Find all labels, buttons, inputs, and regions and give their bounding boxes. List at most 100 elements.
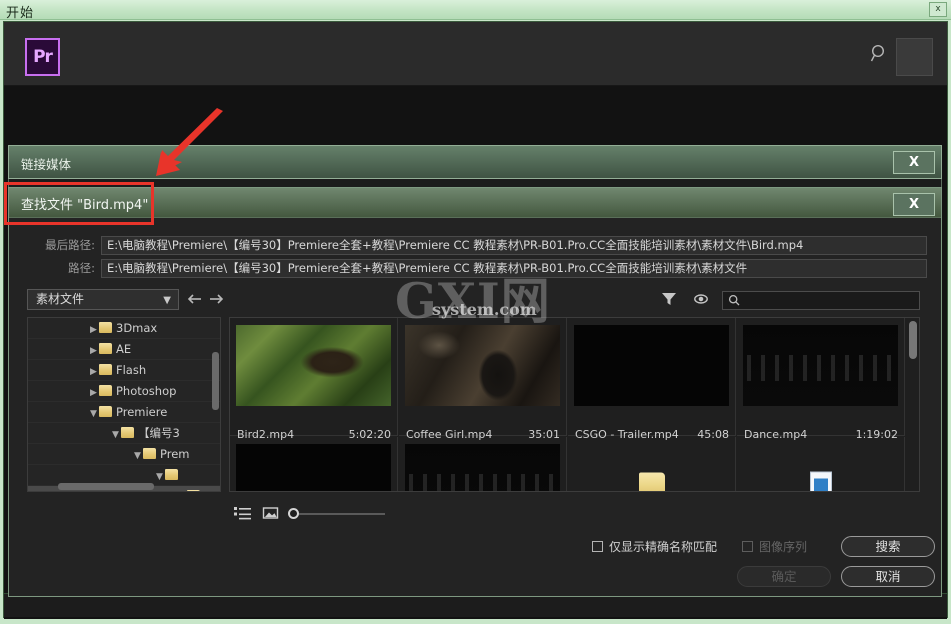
folder-icon — [165, 469, 178, 480]
nav-back-button[interactable] — [186, 291, 204, 309]
tree-row-label: 【编号3 — [138, 426, 180, 440]
view-options-bar — [234, 505, 634, 523]
path-field[interactable]: E:\电脑教程\Premiere\【编号30】Premiere全套+教程\Pre… — [101, 259, 927, 278]
tree-row[interactable]: ▼ Prem — [28, 444, 220, 465]
thumbnail-item[interactable]: Bird2.mp4 5:02:20 — [230, 318, 398, 441]
chevron-right-icon[interactable]: ▶ — [88, 383, 99, 404]
thumbnails-scrollbar[interactable] — [909, 321, 917, 359]
eye-icon[interactable] — [692, 291, 712, 310]
zoom-slider-knob[interactable] — [288, 508, 299, 519]
tree-row-label: Flash — [116, 363, 147, 377]
chevron-down-icon[interactable]: ▼ — [88, 404, 99, 425]
search-button[interactable]: 搜索 — [841, 536, 935, 557]
thumbnail-preview — [405, 325, 560, 406]
path-row: 路径: E:\电脑教程\Premiere\【编号30】Premiere全套+教程… — [68, 259, 927, 278]
thumbnail-preview — [236, 325, 391, 406]
link-media-dialog-title: 链接媒体 — [21, 157, 72, 172]
ok-button: 确定 — [737, 566, 831, 587]
folder-tree-rows: ▶ 3Dmax ▶ AE ▶ Flash ▶ Photoshop ▼ Premiere ▼ 【编号3 ▼… — [28, 318, 220, 491]
image-sequence-checkbox: 图像序列 — [742, 538, 807, 555]
folder-icon — [187, 490, 200, 491]
funnel-icon[interactable] — [659, 291, 679, 310]
folder-icon — [99, 322, 112, 333]
checkbox-box — [742, 541, 753, 552]
chevron-down-icon[interactable]: ▼ — [154, 467, 165, 488]
thumbnail-preview — [574, 444, 729, 491]
chevron-right-icon[interactable]: ▶ — [88, 341, 99, 362]
folder-icon — [99, 385, 112, 396]
tree-row[interactable]: ▶ Photoshop — [28, 381, 220, 402]
thumbnail-preview — [405, 444, 560, 491]
cancel-button[interactable]: 取消 — [841, 566, 935, 587]
thumbnail-preview — [743, 325, 898, 406]
header-search-icon[interactable] — [868, 42, 890, 66]
tree-row[interactable]: ▼ Premiere — [28, 402, 220, 423]
tree-row-label: AE — [116, 342, 132, 356]
thumbnail-image — [236, 444, 391, 491]
thumbnail-item[interactable] — [737, 437, 905, 491]
annotation-highlight-box — [4, 182, 154, 225]
thumbnail-item[interactable]: Dance.mp4 1:19:02 — [737, 318, 905, 441]
chevron-right-icon[interactable]: ▶ — [176, 488, 187, 491]
thumbnail-item[interactable] — [568, 437, 736, 491]
header-panel-button[interactable] — [896, 38, 933, 76]
folder-icon — [143, 448, 156, 459]
thumbnail-item[interactable]: CSGO - Trailer.mp4 45:08 — [568, 318, 736, 441]
thumbnail-image — [743, 325, 898, 406]
thumbnail-item[interactable]: Coffee Girl.mp4 35:01 — [399, 318, 567, 441]
link-media-close-button[interactable]: X — [893, 151, 935, 174]
thumbnail-item[interactable] — [230, 437, 398, 491]
zoom-slider-track[interactable] — [292, 513, 385, 515]
tree-row-label: Prem — [160, 447, 190, 461]
thumbnail-item[interactable] — [399, 437, 567, 491]
location-combo-value: 素材文件 — [36, 292, 85, 306]
nav-forward-button[interactable] — [207, 291, 225, 309]
tree-row-label: Premiere — [116, 405, 168, 419]
thumbnail-preview — [743, 444, 898, 491]
thumbnail-image — [405, 444, 560, 491]
tree-row[interactable]: ▶ 3Dmax — [28, 318, 220, 339]
checkbox-box — [592, 541, 603, 552]
folder-icon — [121, 427, 134, 438]
tree-vertical-scrollbar[interactable] — [212, 352, 219, 410]
last-path-field[interactable]: E:\电脑教程\Premiere\【编号30】Premiere全套+教程\Pre… — [101, 236, 927, 255]
chevron-right-icon[interactable]: ▶ — [88, 362, 99, 383]
os-close-button[interactable]: x — [929, 2, 947, 17]
thumbnail-image — [574, 325, 729, 406]
chevron-right-icon[interactable]: ▶ — [88, 320, 99, 341]
image-sequence-label: 图像序列 — [759, 540, 808, 554]
magnifier-icon — [728, 294, 741, 310]
list-view-icon[interactable] — [234, 505, 252, 525]
thumbnail-image — [405, 325, 560, 406]
search-input[interactable] — [722, 291, 920, 310]
chevron-down-icon: ▼ — [163, 295, 171, 306]
thumbnail-preview — [574, 325, 729, 406]
folder-icon — [99, 343, 112, 354]
thumbnail-grid[interactable]: Bird2.mp4 5:02:20 Coffee Girl.mp4 35:01 CSGO… — [229, 317, 920, 492]
tree-row[interactable]: ▶ Flash — [28, 360, 220, 381]
tree-row-label: Photoshop — [116, 384, 177, 398]
exact-match-checkbox[interactable]: 仅显示精确名称匹配 — [592, 538, 717, 555]
folder-icon — [99, 406, 112, 417]
tree-row[interactable]: ▼ 【编号3 — [28, 423, 220, 444]
premiere-header-bar: Pr — [4, 22, 947, 86]
location-combo-box[interactable]: 素材文件 ▼ — [27, 289, 179, 310]
os-title-bar: 开始 x — [0, 0, 951, 21]
chevron-down-icon[interactable]: ▼ — [110, 425, 121, 446]
find-file-close-button[interactable]: X — [893, 193, 935, 216]
tree-row-label: 3Dmax — [116, 321, 158, 335]
last-path-row: 最后路径: E:\电脑教程\Premiere\【编号30】Premiere全套+… — [45, 236, 927, 255]
film-strip-icon — [813, 478, 828, 491]
thumbnail-preview — [236, 444, 391, 491]
media-file-icon — [809, 471, 832, 491]
folder-tree-panel[interactable]: ▶ 3Dmax ▶ AE ▶ Flash ▶ Photoshop ▼ Premiere ▼ 【编号3 ▼… — [27, 317, 221, 492]
annotation-arrow-icon — [128, 108, 228, 184]
chevron-down-icon[interactable]: ▼ — [132, 446, 143, 467]
tree-horizontal-scrollbar[interactable] — [58, 483, 154, 490]
thumbnail-image — [236, 325, 391, 406]
thumbnail-view-icon[interactable] — [262, 505, 280, 525]
exact-match-label: 仅显示精确名称匹配 — [609, 540, 718, 554]
last-path-label: 最后路径: — [45, 238, 95, 252]
tree-row[interactable]: ▶ AE — [28, 339, 220, 360]
os-window-title: 开始 — [6, 6, 35, 21]
